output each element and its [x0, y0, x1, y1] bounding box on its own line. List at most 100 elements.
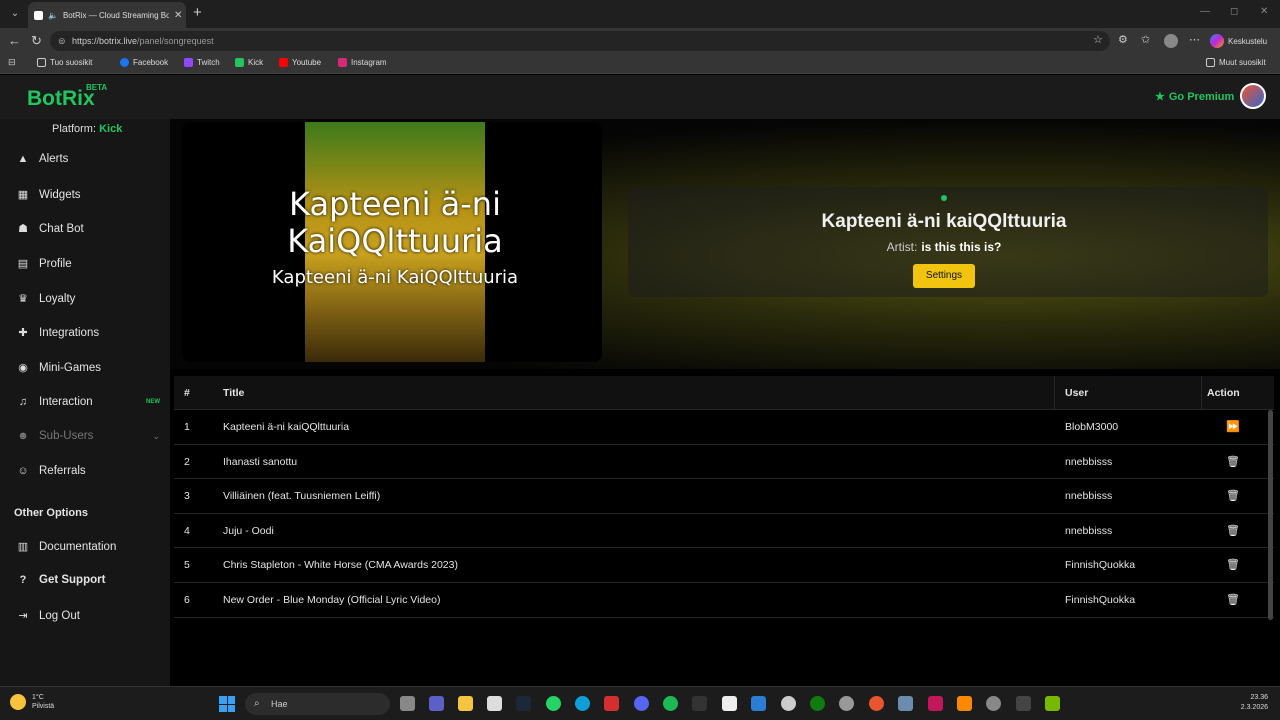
settings-gear-icon[interactable] — [781, 696, 796, 711]
app-circle-icon[interactable] — [839, 696, 854, 711]
trash-icon[interactable]: 🗑 — [1226, 548, 1240, 582]
system-clock[interactable]: 23.36 2.3.2026 — [1232, 693, 1268, 713]
edge-icon[interactable] — [575, 696, 590, 711]
trash-icon[interactable]: 🗑 — [1226, 583, 1240, 617]
trash-icon[interactable]: 🗑 — [1226, 445, 1240, 479]
sidebar-item-referrals[interactable]: ☺ Referrals — [16, 465, 164, 477]
mail-icon[interactable] — [751, 696, 766, 711]
song-user: nnebbisss — [1065, 455, 1113, 468]
sidebar-toggle-icon[interactable]: ⊟ — [8, 57, 16, 68]
bookmark-facebook[interactable]: Facebook — [120, 58, 168, 67]
now-playing-artist: Artist: is this this is? — [628, 240, 1260, 254]
table-row: 1 Kapteeni ä-ni kaiQQlttuuria BlobM3000 … — [174, 410, 1274, 445]
sidebar-item-mini-games[interactable]: ◉ Mini-Games — [16, 361, 164, 375]
bookmark-kick[interactable]: Kick — [235, 58, 263, 67]
notepad-icon[interactable] — [722, 696, 737, 711]
copilot-icon — [1210, 34, 1224, 48]
start-icon[interactable] — [219, 696, 235, 712]
sidebar-item-chat-bot[interactable]: ☗ Chat Bot — [16, 222, 164, 236]
sidebar-item-documentation[interactable]: ▥ Documentation — [16, 540, 164, 554]
app-red-icon[interactable] — [928, 696, 943, 711]
profile-icon[interactable] — [1164, 34, 1178, 48]
store-icon[interactable] — [487, 696, 502, 711]
folder-icon — [1206, 58, 1215, 67]
xbox-icon[interactable] — [810, 696, 825, 711]
copilot-button[interactable]: Keskustelu — [1210, 31, 1267, 51]
sidebar-item-profile[interactable]: ▤ Profile — [16, 257, 164, 271]
botrix-logo[interactable]: BotRix — [27, 87, 95, 111]
nvidia-icon[interactable] — [1045, 696, 1060, 711]
discord-icon[interactable] — [634, 696, 649, 711]
sidebar-item-loyalty[interactable]: ♛ Loyalty — [16, 292, 164, 306]
close-tab-icon[interactable]: ✕ — [174, 10, 186, 21]
spotify-icon[interactable] — [663, 696, 678, 711]
favorite-star-icon[interactable]: ☆ — [1093, 33, 1103, 46]
live-status-dot — [941, 195, 947, 201]
weather-icon — [10, 694, 26, 710]
app-l-icon[interactable] — [604, 696, 619, 711]
whatsapp-icon[interactable] — [546, 696, 561, 711]
brave-icon[interactable] — [869, 696, 884, 711]
new-badge: NEW — [146, 399, 160, 405]
skip-icon[interactable]: ⏩ — [1226, 410, 1240, 444]
url-host: https://botrix.live — [72, 36, 138, 46]
address-bar-row: ← ↻ ⊜ https://botrix.live/panel/songrequ… — [0, 28, 1280, 54]
minimize-icon[interactable]: — — [1200, 6, 1210, 17]
bookmark-import[interactable]: Tuo suosikit — [37, 58, 92, 67]
bookmark-twitch[interactable]: Twitch — [184, 58, 220, 67]
extensions-icon[interactable]: ⚙ — [1118, 33, 1128, 46]
sidebar-item-widgets[interactable]: ▦ Widgets — [16, 188, 164, 202]
tab-title: BotRix — Cloud Streaming Bo — [62, 10, 169, 20]
song-title: Juju - Oodi — [223, 524, 274, 537]
bookmark-other[interactable]: Muut suosikit — [1206, 58, 1266, 67]
sidebar-item-log-out[interactable]: ⇥ Log Out — [16, 609, 164, 623]
avatar[interactable] — [1240, 83, 1266, 109]
speaker-icon[interactable]: 🔈 — [48, 11, 58, 20]
settings-button[interactable]: Settings — [913, 264, 975, 288]
sidebar-item-interaction[interactable]: ♫ Interaction NEW — [16, 396, 164, 408]
song-user: nnebbisss — [1065, 524, 1113, 537]
steam-icon[interactable] — [516, 696, 531, 711]
taskbar-search-input[interactable]: ⌕ Hae — [245, 693, 390, 715]
windows-taskbar: 1°C Pilvistä ⌕ Hae 23.36 2.3.2026 — [0, 686, 1280, 720]
copilot-label: Keskustelu — [1228, 36, 1268, 46]
refresh-icon[interactable]: ↻ — [31, 33, 42, 49]
sidebar-item-alerts[interactable]: ▲ Alerts — [16, 153, 164, 165]
sidebar-item-sub-users[interactable]: ☻ Sub-Users ⌄ — [16, 430, 164, 442]
bookmark-youtube[interactable]: Youtube — [279, 58, 321, 67]
tab-menu-icon[interactable]: ⌄ — [6, 5, 24, 23]
vlc-icon[interactable] — [957, 696, 972, 711]
go-premium-button[interactable]: ★ Go Premium — [1155, 90, 1234, 104]
site-info-icon[interactable]: ⊜ — [58, 31, 66, 51]
more-menu-icon[interactable]: ⋯ — [1189, 33, 1200, 46]
bookmark-instagram[interactable]: Instagram — [338, 58, 387, 67]
scrollbar[interactable] — [1268, 410, 1273, 620]
instagram-icon — [338, 58, 347, 67]
app-dark-icon[interactable] — [1016, 696, 1031, 711]
task-view-icon[interactable] — [400, 696, 415, 711]
app-g-icon[interactable] — [692, 696, 707, 711]
warning-icon: ▲ — [17, 153, 29, 165]
sidebar-item-get-support[interactable]: ? Get Support — [16, 574, 164, 586]
trash-icon[interactable]: 🗑 — [1226, 514, 1240, 548]
new-tab-icon[interactable]: + — [193, 5, 202, 21]
teams-icon[interactable] — [429, 696, 444, 711]
close-window-icon[interactable]: ✕ — [1260, 6, 1268, 17]
favorites-icon[interactable]: ✩ — [1141, 33, 1150, 46]
gamepad-icon: ◉ — [18, 362, 28, 374]
browser-tab-bar: ⌄ 🔈 BotRix — Cloud Streaming Bo ✕ + — ◻ … — [0, 0, 1280, 28]
file-explorer-icon[interactable] — [458, 696, 473, 711]
sidebar-item-integrations[interactable]: ✚ Integrations — [16, 326, 164, 340]
search-icon: ⌕ — [254, 698, 260, 709]
url-input[interactable]: ⊜ https://botrix.live/panel/songrequest — [50, 31, 1110, 51]
url-path: /panel/songrequest — [137, 36, 214, 46]
video-overlay-title: Kapteeni ä-ni KaiQQlttuuria — [287, 185, 503, 260]
control-panel-icon[interactable] — [898, 696, 913, 711]
trash-icon[interactable]: 🗑 — [1226, 479, 1240, 513]
back-icon[interactable]: ← — [8, 33, 21, 49]
maximize-icon[interactable]: ◻ — [1230, 6, 1238, 17]
weather-widget[interactable]: 1°C Pilvistä — [10, 693, 54, 711]
browser-tab[interactable]: 🔈 BotRix — Cloud Streaming Bo ✕ — [28, 2, 186, 28]
app-badge-icon[interactable] — [986, 696, 1001, 711]
header-user: User — [1065, 387, 1089, 399]
